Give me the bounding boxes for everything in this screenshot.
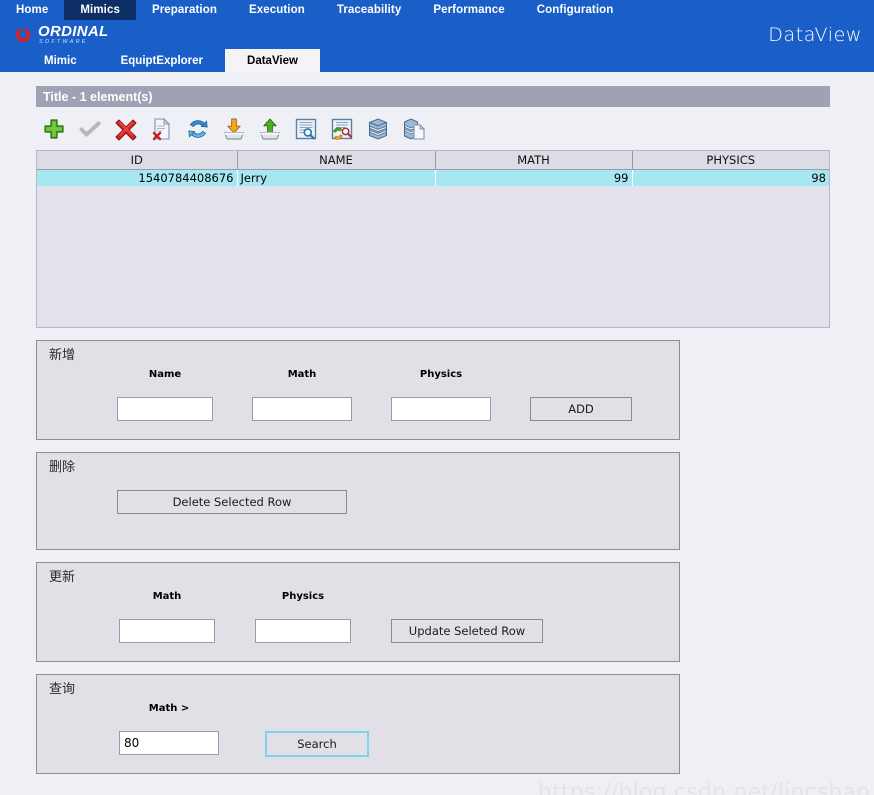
brand-page-title: DataView: [768, 23, 862, 46]
add-math-label: Math: [287, 369, 317, 380]
update-selected-row-button[interactable]: Update Seleted Row: [391, 619, 543, 643]
topnav-item-mimics[interactable]: Mimics: [64, 0, 136, 20]
delete-cross-icon: [115, 119, 137, 141]
topnav-item-execution[interactable]: Execution: [233, 0, 321, 20]
sub-tab-bar: Mimic EquiptExplorer DataView: [0, 49, 874, 72]
add-button[interactable]: [40, 115, 68, 143]
update-physics-label: Physics: [281, 591, 325, 602]
brand-bar: ORDINAL SOFTWARE DataView: [0, 20, 874, 49]
add-button-submit[interactable]: ADD: [530, 397, 632, 421]
data-grid[interactable]: ID NAME MATH PHYSICS 1540784408676 Jerry…: [36, 150, 830, 328]
export-button[interactable]: [256, 115, 284, 143]
validate-check-icon: [79, 121, 101, 137]
database-button[interactable]: [364, 115, 392, 143]
delete-group: 删除 Delete Selected Row: [36, 452, 680, 550]
page-content: Title - 1 element(s) ID NAME MATH PHYSIC…: [0, 86, 874, 795]
add-group-legend: 新增: [49, 348, 76, 363]
add-name-field-wrapper: Name: [117, 368, 213, 421]
topnav-item-home[interactable]: Home: [0, 0, 64, 20]
panel-title: Title - 1 element(s): [36, 86, 830, 107]
add-name-input[interactable]: [117, 397, 213, 421]
update-button-spacer: [391, 590, 543, 604]
export-icon: [260, 118, 280, 140]
search-document-button[interactable]: [292, 115, 320, 143]
logo-subtitle: SOFTWARE: [39, 38, 88, 45]
column-header-physics[interactable]: PHYSICS: [632, 151, 829, 170]
tab-mimic[interactable]: Mimic: [22, 49, 99, 72]
refresh-button[interactable]: [184, 115, 212, 143]
table-header-row: ID NAME MATH PHYSICS: [37, 151, 829, 170]
data-table: ID NAME MATH PHYSICS 1540784408676 Jerry…: [37, 151, 829, 186]
update-math-field-wrapper: Math: [119, 590, 215, 643]
logo-name: ORDINAL: [38, 22, 109, 40]
refresh-query-button[interactable]: [328, 115, 356, 143]
add-button-spacer: [530, 368, 632, 382]
add-physics-input[interactable]: [391, 397, 491, 421]
topnav-item-preparation[interactable]: Preparation: [136, 0, 233, 20]
update-group-legend: 更新: [49, 570, 76, 585]
ordinal-logo[interactable]: ORDINAL SOFTWARE: [14, 24, 108, 46]
refresh-query-icon: [331, 118, 353, 140]
delete-document-icon: [152, 117, 171, 141]
watermark: https://blog.csdn.net/lincshao: [538, 780, 870, 795]
add-icon: [44, 119, 64, 139]
query-math-label: Math >: [148, 703, 190, 714]
search-document-icon: [295, 118, 317, 140]
topnav-item-configuration[interactable]: Configuration: [521, 0, 630, 20]
query-math-field-wrapper: Math >: [119, 702, 219, 755]
add-group: 新增 Name Math Physics ADD: [36, 340, 680, 440]
column-header-id[interactable]: ID: [37, 151, 238, 170]
cell-name[interactable]: Jerry: [237, 169, 436, 186]
search-button-wrapper: Search: [265, 702, 369, 757]
cell-math[interactable]: 99: [435, 169, 633, 186]
query-group: 查询 Math > Search: [36, 674, 680, 774]
search-button[interactable]: Search: [265, 731, 369, 757]
tab-equipt-explorer[interactable]: EquiptExplorer: [99, 49, 225, 72]
topnav-item-traceability[interactable]: Traceability: [321, 0, 417, 20]
database-copy-button[interactable]: [400, 115, 428, 143]
grid-toolbar: [40, 112, 874, 146]
tab-dataview[interactable]: DataView: [225, 49, 320, 72]
topnav-item-performance[interactable]: Performance: [417, 0, 520, 20]
database-icon: [369, 118, 387, 140]
delete-group-legend: 删除: [49, 460, 76, 475]
add-math-field-wrapper: Math: [252, 368, 352, 421]
refresh-icon: [188, 120, 208, 138]
import-icon: [224, 118, 244, 140]
update-math-label: Math: [152, 591, 182, 602]
update-math-input[interactable]: [119, 619, 215, 643]
cell-id[interactable]: 1540784408676: [37, 169, 238, 186]
add-physics-label: Physics: [419, 369, 463, 380]
search-button-spacer: [265, 702, 369, 716]
import-button[interactable]: [220, 115, 248, 143]
query-math-input[interactable]: [119, 731, 219, 755]
validate-button[interactable]: [76, 115, 104, 143]
cell-physics[interactable]: 98: [632, 169, 829, 186]
query-group-legend: 查询: [49, 682, 76, 697]
delete-selected-row-button[interactable]: Delete Selected Row: [117, 490, 347, 514]
add-name-label: Name: [148, 369, 182, 380]
add-button-wrapper: ADD: [530, 368, 632, 421]
add-physics-field-wrapper: Physics: [391, 368, 491, 421]
ordinal-ring-icon: [15, 25, 31, 42]
update-physics-input[interactable]: [255, 619, 351, 643]
delete-button[interactable]: [112, 115, 140, 143]
table-row[interactable]: 1540784408676 Jerry 99 98: [37, 169, 829, 186]
column-header-name[interactable]: NAME: [237, 151, 436, 170]
top-navigation-bar: Home Mimics Preparation Execution Tracea…: [0, 0, 874, 20]
add-math-input[interactable]: [252, 397, 352, 421]
database-copy-icon: [404, 118, 426, 140]
update-button-wrapper: Update Seleted Row: [391, 590, 543, 643]
column-header-math[interactable]: MATH: [435, 151, 633, 170]
update-physics-field-wrapper: Physics: [255, 590, 351, 643]
delete-document-button[interactable]: [148, 115, 176, 143]
update-group: 更新 Math Physics Update Seleted Row: [36, 562, 680, 662]
